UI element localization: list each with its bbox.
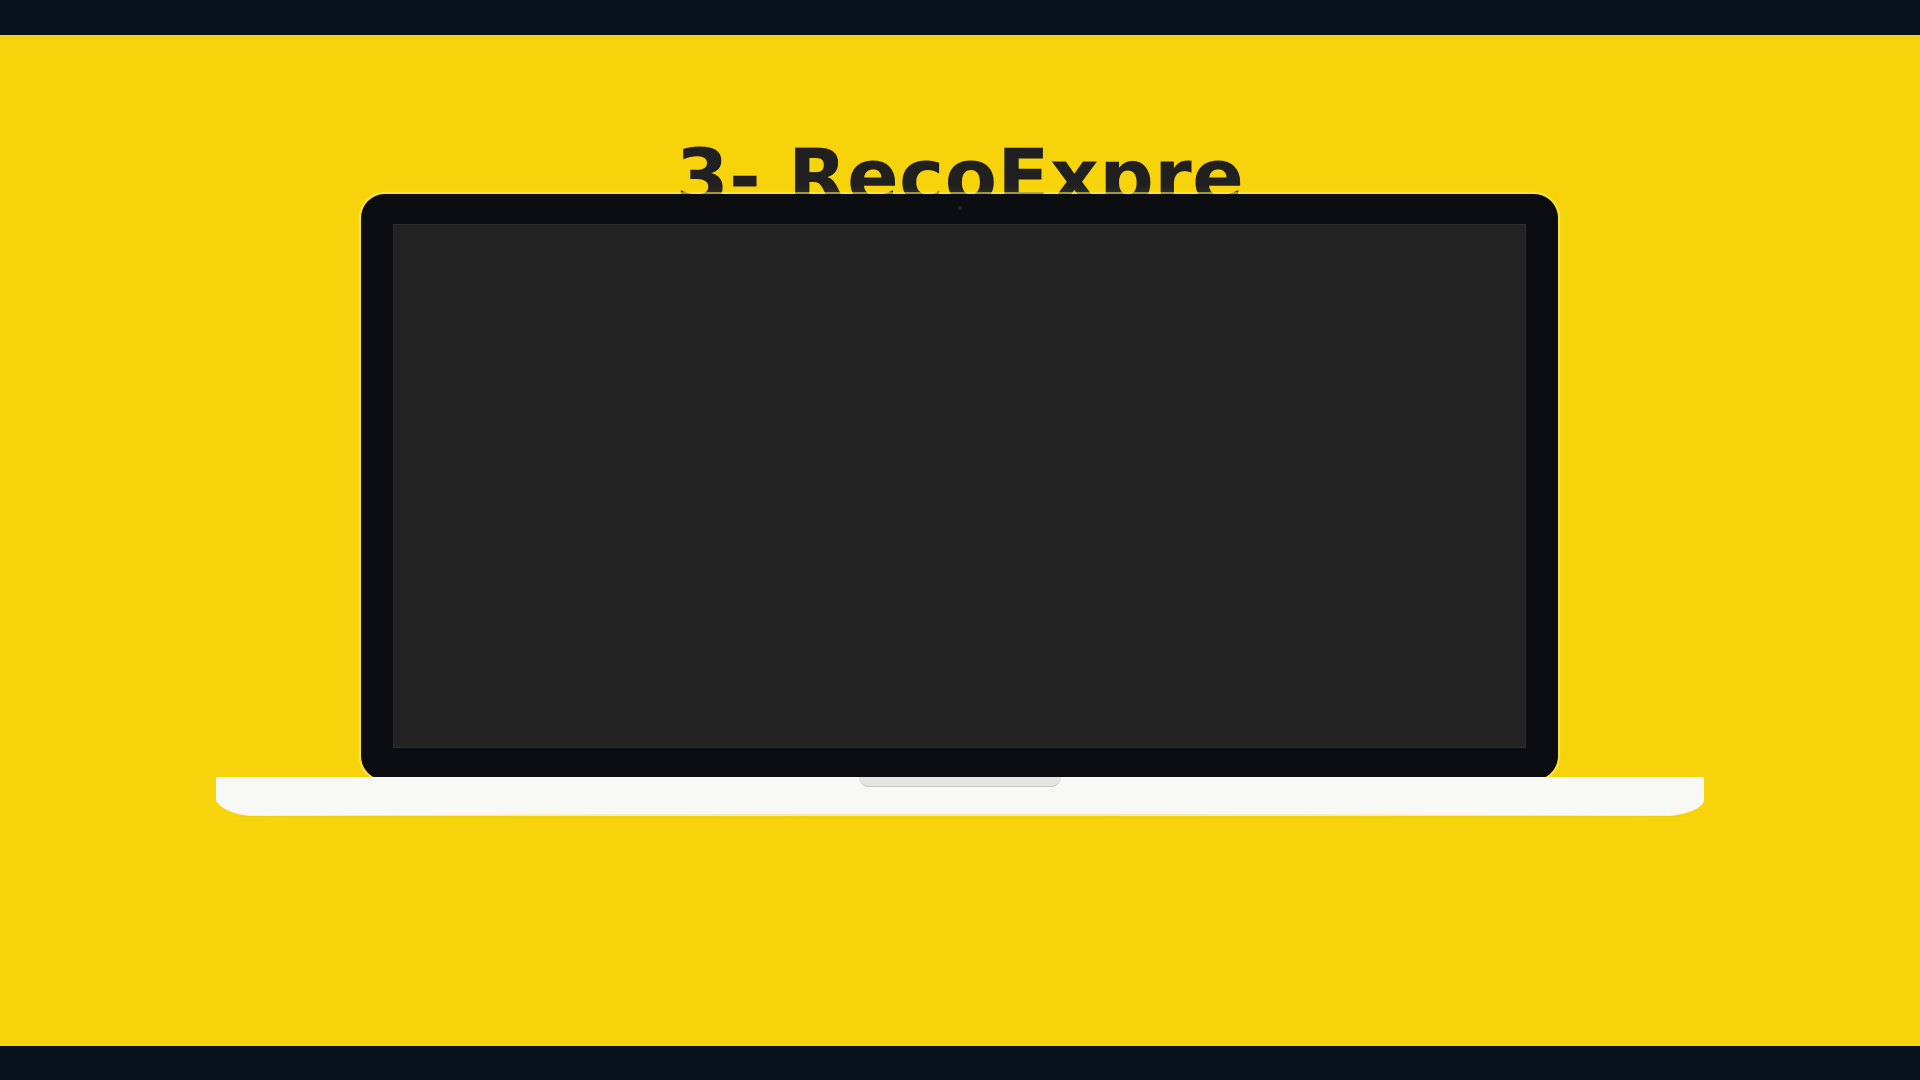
camera-icon — [957, 206, 962, 210]
presentation-frame: 3- RecoExpre — [0, 0, 1920, 1080]
laptop-base-shadow — [234, 814, 1686, 819]
laptop-notch — [859, 777, 1061, 787]
yellow-slide: 3- RecoExpre — [0, 35, 1920, 1046]
laptop-mockup — [216, 194, 1704, 854]
bottom-letterbox — [0, 1046, 1920, 1080]
laptop-screen — [393, 224, 1526, 748]
top-letterbox — [0, 0, 1920, 35]
laptop-lid — [361, 194, 1558, 780]
